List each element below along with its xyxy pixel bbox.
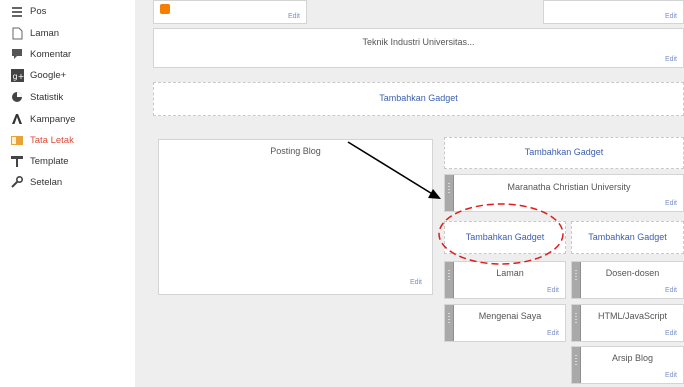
nav-item-kampanye[interactable]: Kampanye <box>10 110 75 128</box>
edit-link[interactable]: Edit <box>547 287 559 294</box>
svg-text:g+: g+ <box>12 72 24 81</box>
edit-link[interactable]: Edit <box>665 56 677 63</box>
page-icon <box>10 26 24 40</box>
gadget-title: Laman <box>496 268 524 278</box>
nav-item-google-plus[interactable]: g+ Google+ <box>10 66 66 84</box>
edit-link[interactable]: Edit <box>410 279 422 286</box>
gadget-html-javascript[interactable]: HTML/JavaScript Edit <box>571 304 684 342</box>
nav-label: Google+ <box>30 69 67 81</box>
top-left-gadget: Edit <box>153 0 307 24</box>
nav-item-komentar[interactable]: Komentar <box>10 45 71 63</box>
gadget-title: HTML/JavaScript <box>597 311 668 321</box>
campaign-icon <box>10 112 24 126</box>
header-gadget: Teknik Industri Universitas... Edit <box>153 28 684 68</box>
posts-icon <box>10 4 24 18</box>
drag-handle[interactable] <box>572 347 581 383</box>
nav-label: Kampanye <box>30 113 76 125</box>
add-gadget-link[interactable]: Tambahkan Gadget <box>572 232 683 242</box>
drag-handle[interactable] <box>572 262 581 298</box>
settings-icon <box>10 175 24 189</box>
nav-item-template[interactable]: Template <box>10 152 69 170</box>
nav-label: Laman <box>30 27 60 39</box>
edit-link[interactable]: Edit <box>665 372 677 379</box>
sidebar-add-gadget-slot[interactable]: Tambahkan Gadget <box>444 137 684 169</box>
left-nav: Pos Laman Komentar g+ Google+ Statistik … <box>0 0 135 387</box>
drag-handle[interactable] <box>445 305 454 341</box>
nav-label: Statistik <box>30 91 64 103</box>
comment-icon <box>10 47 24 61</box>
gadget-title: Mengenai Saya <box>478 311 542 321</box>
add-gadget-link[interactable]: Tambahkan Gadget <box>154 93 683 103</box>
nav-item-tata-letak[interactable]: Tata Letak <box>10 131 74 149</box>
add-gadget-slot[interactable]: Tambahkan Gadget <box>153 82 684 116</box>
edit-link[interactable]: Edit <box>665 287 677 294</box>
gadget-title: Dosen-dosen <box>605 268 660 278</box>
sidebar-gadget-maranatha[interactable]: Maranatha Christian University Edit <box>444 174 684 212</box>
header-gadget-title: Teknik Industri Universitas... <box>362 37 475 47</box>
edit-link[interactable]: Edit <box>665 13 677 20</box>
google-plus-icon: g+ <box>10 68 24 82</box>
layout-icon <box>10 133 24 147</box>
gadget-mengenai-saya[interactable]: Mengenai Saya Edit <box>444 304 566 342</box>
gadget-title: Arsip Blog <box>611 353 654 363</box>
blogger-icon <box>160 4 170 14</box>
add-gadget-link[interactable]: Tambahkan Gadget <box>445 147 683 157</box>
edit-link[interactable]: Edit <box>547 330 559 337</box>
nav-label: Komentar <box>30 48 72 60</box>
nav-label: Setelan <box>30 176 63 188</box>
edit-link[interactable]: Edit <box>665 200 677 207</box>
gadget-laman[interactable]: Laman Edit <box>444 261 566 299</box>
layout-canvas: Edit Edit Teknik Industri Universitas...… <box>135 0 684 387</box>
gadget-title: Maranatha Christian University <box>507 182 631 192</box>
nav-item-setelan[interactable]: Setelan <box>10 173 62 191</box>
drag-handle[interactable] <box>445 262 454 298</box>
gadget-dosen-dosen[interactable]: Dosen-dosen Edit <box>571 261 684 299</box>
top-right-gadget: Edit <box>543 0 684 24</box>
right-col-add-gadget-slot[interactable]: Tambahkan Gadget <box>571 221 684 254</box>
nav-label: Pos <box>30 5 47 17</box>
drag-handle[interactable] <box>572 305 581 341</box>
template-icon <box>10 154 24 168</box>
edit-link[interactable]: Edit <box>665 330 677 337</box>
gadget-arsip-blog[interactable]: Arsip Blog Edit <box>571 346 684 384</box>
stats-icon <box>10 90 24 104</box>
nav-label: Tata Letak <box>30 134 74 146</box>
nav-label: Template <box>30 155 69 167</box>
nav-item-statistik[interactable]: Statistik <box>10 88 63 106</box>
blog-posts-title: Posting Blog <box>270 146 321 156</box>
nav-item-pos[interactable]: Pos <box>10 2 46 20</box>
add-gadget-link[interactable]: Tambahkan Gadget <box>445 232 565 242</box>
drag-handle[interactable] <box>445 175 454 211</box>
blog-posts-gadget: Posting Blog Edit <box>158 139 433 295</box>
nav-item-laman[interactable]: Laman <box>10 24 59 42</box>
left-col-add-gadget-slot[interactable]: Tambahkan Gadget <box>444 221 566 254</box>
edit-link[interactable]: Edit <box>288 13 300 20</box>
